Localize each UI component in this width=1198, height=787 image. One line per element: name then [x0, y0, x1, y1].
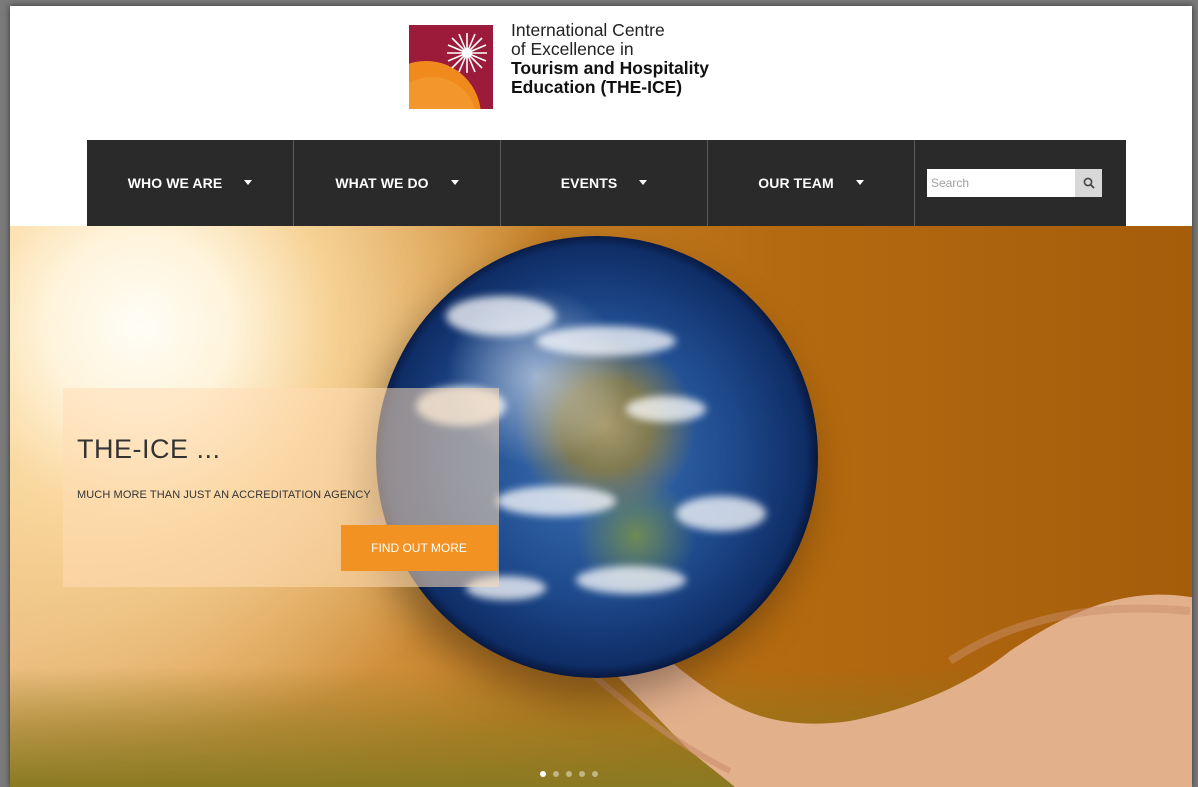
search-button[interactable]	[1075, 169, 1102, 197]
search-input[interactable]	[927, 169, 1075, 197]
hero-subtitle: MUCH MORE THAN JUST AN ACCREDITATION AGE…	[77, 489, 371, 501]
logo-line-2: of Excellence in	[511, 39, 634, 59]
logo-text: International Centre of Excellence in To…	[511, 21, 709, 97]
logo-line-3: Tourism and Hospitality	[511, 58, 710, 78]
slide-dot[interactable]	[540, 771, 546, 777]
search-box	[927, 169, 1102, 197]
nav-item-our-team[interactable]: OUR TEAM	[708, 140, 915, 226]
search-icon	[1083, 177, 1095, 189]
slide-dot[interactable]	[566, 771, 572, 777]
hero-slider: THE-ICE ... MUCH MORE THAN JUST AN ACCRE…	[10, 226, 1192, 787]
caret-down-icon	[450, 179, 459, 185]
nav-item-label: EVENTS	[560, 175, 618, 191]
caret-down-icon	[639, 179, 648, 185]
main-navigation: WHO WE ARE WHAT WE DO EVENTS OUR TEAM	[87, 140, 1126, 226]
nav-item-events[interactable]: EVENTS	[501, 140, 708, 226]
slide-dot[interactable]	[553, 771, 559, 777]
find-out-more-button[interactable]: FIND OUT MORE	[341, 525, 497, 571]
hero-title: THE-ICE ...	[77, 434, 221, 464]
logo-line-1: International Centre	[511, 20, 665, 40]
nav-search	[915, 140, 1126, 226]
slider-pagination	[540, 771, 598, 777]
hero-caption: THE-ICE ... MUCH MORE THAN JUST AN ACCRE…	[63, 388, 499, 587]
caret-down-icon	[244, 179, 253, 185]
slide-dot[interactable]	[579, 771, 585, 777]
caret-down-icon	[855, 179, 864, 185]
nav-item-label: WHO WE ARE	[127, 175, 223, 191]
site-logo[interactable]: International Centre of Excellence in To…	[409, 21, 769, 116]
logo-mark-icon	[409, 25, 493, 109]
nav-item-label: OUR TEAM	[758, 175, 834, 191]
browser-viewport: International Centre of Excellence in To…	[10, 6, 1192, 787]
slide-dot[interactable]	[592, 771, 598, 777]
nav-item-what-we-do[interactable]: WHAT WE DO	[294, 140, 501, 226]
nav-item-label: WHAT WE DO	[335, 175, 429, 191]
nav-item-who-we-are[interactable]: WHO WE ARE	[87, 140, 294, 226]
logo-line-4: Education (THE-ICE)	[511, 77, 683, 97]
